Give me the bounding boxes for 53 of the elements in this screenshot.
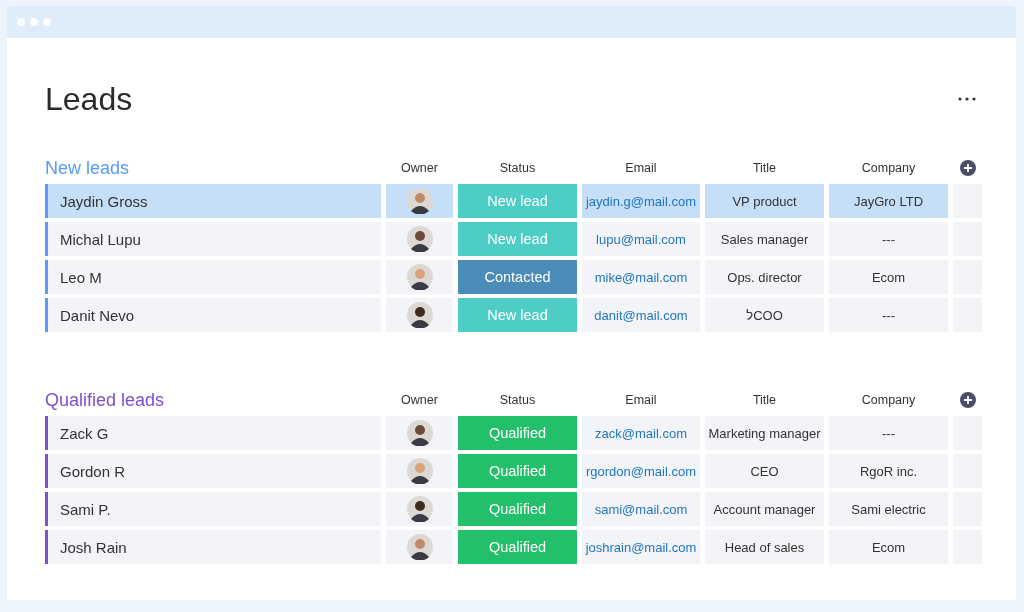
lead-name-cell[interactable]: Danit Nevo <box>45 298 381 332</box>
lead-name-cell[interactable]: Gordon R <box>45 454 381 488</box>
column-header: Email <box>625 393 657 407</box>
avatar-icon <box>406 534 433 560</box>
window-dots-icon <box>16 17 52 27</box>
column-header: Email <box>625 161 657 175</box>
column-header: Title <box>752 161 777 175</box>
group-title[interactable]: Qualified leads <box>45 389 165 411</box>
job-title-cell: VP product <box>705 184 824 218</box>
lead-name-cell[interactable]: Jaydin Gross <box>45 184 381 218</box>
status-label[interactable]: Qualified <box>458 530 577 564</box>
column-header: Title <box>752 393 777 407</box>
lead-name-cell[interactable]: Sami P. <box>45 492 381 526</box>
lead-name-cell[interactable]: Zack G <box>45 416 381 450</box>
column-header: Company <box>861 393 916 407</box>
job-title-cell: Sales manager <box>705 222 824 256</box>
company-cell: Ecom <box>829 260 948 294</box>
avatar-icon <box>406 188 433 214</box>
job-title-cell: לCOO <box>705 298 824 332</box>
column-header: Status <box>499 161 536 175</box>
company-cell: RgoR inc. <box>829 454 948 488</box>
avatar-icon <box>406 458 433 484</box>
job-title-cell: Ops. director <box>705 260 824 294</box>
job-title-cell: Marketing manager <box>705 416 824 450</box>
status-label[interactable]: Qualified <box>458 492 577 526</box>
status-label[interactable]: Qualified <box>458 454 577 488</box>
status-label[interactable]: Qualified <box>458 416 577 450</box>
company-cell: --- <box>829 298 948 332</box>
column-header: Company <box>861 161 916 175</box>
company-cell: Ecom <box>829 530 948 564</box>
lead-name-cell[interactable]: Leo M <box>45 260 381 294</box>
company-cell: --- <box>829 416 948 450</box>
column-header: Owner <box>401 393 438 407</box>
lead-name-cell[interactable]: Josh Rain <box>45 530 381 564</box>
company-cell: JayGro LTD <box>829 184 948 218</box>
avatar-icon <box>406 496 433 522</box>
status-label[interactable]: Contacted <box>458 260 577 294</box>
board-title: Leads <box>45 80 133 118</box>
add-column-icon[interactable] <box>959 392 976 408</box>
add-column-icon[interactable] <box>959 160 976 176</box>
avatar-icon <box>406 226 433 252</box>
company-cell: Sami electric <box>829 492 948 526</box>
lead-name-cell[interactable]: Michal Lupu <box>45 222 381 256</box>
job-title-cell: Head of sales <box>705 530 824 564</box>
company-cell: --- <box>829 222 948 256</box>
avatar-icon <box>406 420 433 446</box>
group-title[interactable]: New leads <box>45 157 130 179</box>
job-title-cell: CEO <box>705 454 824 488</box>
job-title-cell: Account manager <box>705 492 824 526</box>
avatar-icon <box>406 264 433 290</box>
avatar-icon <box>406 302 433 328</box>
column-header: Owner <box>401 161 438 175</box>
column-header: Status <box>499 393 536 407</box>
